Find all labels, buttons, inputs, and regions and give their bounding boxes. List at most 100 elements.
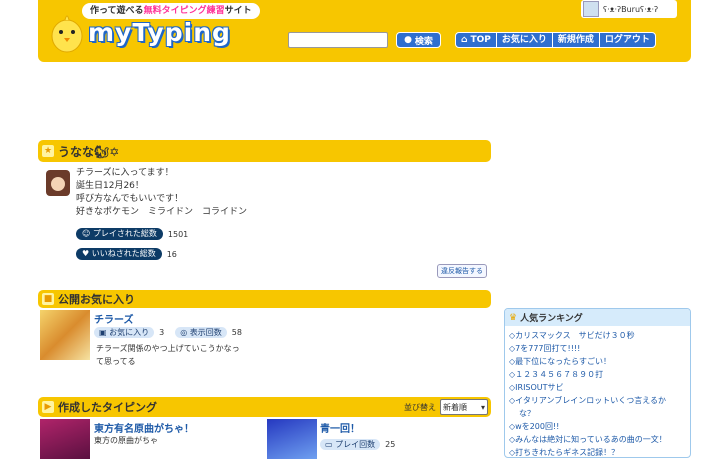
- star-icon: ★: [42, 145, 54, 157]
- ranking-title: 人気ランキング: [520, 314, 583, 324]
- ranking-panel: ♛ 人気ランキング ◇カリスマックス サビだけ３０秒 ◇7を777回打て!!!!…: [504, 308, 691, 458]
- profile-body: チラーズに入ってます！ 誕生日12月26！ 呼び方なんでもいいです！ 好きなポケ…: [38, 162, 491, 280]
- bio-line: 呼び方なんでもいいです！: [76, 194, 184, 204]
- like-count: 16: [166, 249, 177, 259]
- nav-logout[interactable]: ログアウト: [600, 33, 655, 47]
- chevron-down-icon: ▾: [480, 402, 485, 412]
- nav-top-label: TOP: [470, 35, 491, 45]
- crown-icon: ♛: [509, 312, 518, 323]
- ranking-item-label: IRISOUTサビ: [515, 383, 564, 392]
- nav-logout-label: ログアウト: [604, 35, 650, 45]
- play-stat: ☺ プレイされた総数 1501: [76, 228, 188, 240]
- ranking-list: ◇カリスマックス サビだけ３０秒 ◇7を777回打て!!!! ◇最下位になったら…: [505, 326, 690, 457]
- ranking-item-label: 打ちきれたらギネス記録！？: [515, 448, 620, 457]
- sort-label: 並び替え: [404, 402, 436, 412]
- created-header: ▶ 作成したタイピング 並び替え 新着順 ▾: [38, 397, 491, 417]
- ranking-item-continued[interactable]: な？: [509, 407, 686, 420]
- ranking-item[interactable]: ◇最下位になったらすごい！: [509, 355, 686, 368]
- play-icon: ▶: [42, 401, 54, 413]
- profile-avatar: [46, 170, 70, 196]
- play-count-badge: ☺ プレイされた総数: [76, 228, 163, 240]
- search-input[interactable]: [288, 32, 388, 48]
- fav-label: お気に入り: [109, 328, 150, 337]
- tagline-text-end: サイト: [224, 6, 252, 16]
- created-section: ▶ 作成したタイピング 並び替え 新着順 ▾ 東方有名原曲がちゃ！ 東方の原曲が…: [38, 397, 491, 459]
- play-count: 25: [385, 440, 396, 449]
- card-description: チラーズ関係のやつ上げていこうかなっ て思ってる: [96, 342, 240, 368]
- card-thumbnail[interactable]: [40, 419, 90, 459]
- ranking-item-label: カリスマックス サビだけ３０秒: [515, 331, 635, 340]
- fav-count-badge: ▣ お気に入り: [94, 327, 155, 338]
- sort-select[interactable]: 新着順 ▾: [440, 399, 488, 415]
- favorites-title: 公開お気に入り: [58, 293, 135, 306]
- profile-header: ★ うなな🐿✡: [38, 140, 491, 162]
- created-title: 作成したタイピング: [58, 401, 157, 414]
- ranking-item[interactable]: ◇IRISOUTサビ: [509, 381, 686, 394]
- fav-count: 3: [159, 328, 165, 337]
- card-desc-line: チラーズ関係のやつ上げていこうかなっ: [96, 344, 240, 353]
- search-button-label: 検索: [414, 36, 433, 47]
- search-button[interactable]: ● 検索: [396, 32, 441, 48]
- user-name: ʕ·ᴥ·ʔBuruʕ·ᴥ·ʔ: [603, 4, 659, 14]
- like-stat: ♥ いいねされた総数 16: [76, 248, 177, 260]
- bookmark-icon: ■: [42, 293, 54, 305]
- view-count: 58: [231, 328, 242, 337]
- ranking-item-label: １２３４５６７８９０打: [515, 370, 604, 379]
- ranking-item-label: 7を777回打て!!!!: [515, 344, 581, 353]
- nav-create[interactable]: 新規作成: [553, 33, 600, 47]
- ranking-item[interactable]: ◇打ちきれたらギネス記録！？: [509, 446, 686, 457]
- ranking-item-label: wを200回!!: [515, 422, 560, 431]
- ranking-item-label: 最下位になったらすごい！: [515, 357, 611, 366]
- sort-value: 新着順: [443, 402, 467, 412]
- ranking-item[interactable]: ◇7を777回打て!!!!: [509, 342, 686, 355]
- main-nav: ⌂ TOP お気に入り 新規作成 ログアウト: [455, 32, 656, 48]
- card-stats: ▭ プレイ回数 25: [320, 439, 395, 450]
- ranking-item[interactable]: ◇１２３４５６７８９０打: [509, 368, 686, 381]
- favorite-card[interactable]: チラーズ ▣ お気に入り 3 ◎ 表示回数 58 チラーズ関係のやつ上げていこう…: [38, 308, 491, 398]
- home-icon: ⌂: [461, 35, 468, 45]
- tagline-text: 作って遊べる: [90, 6, 144, 16]
- play-count: 1501: [167, 229, 189, 239]
- profile-section: ★ うなな🐿✡ チラーズに入ってます！ 誕生日12月26！ 呼び方なんでもいいで…: [38, 140, 491, 280]
- card-thumbnail: [40, 310, 90, 360]
- sort-control: 並び替え 新着順 ▾: [404, 399, 488, 415]
- profile-name: うなな🐿✡: [58, 144, 120, 159]
- play-count-badge: ▭ プレイ回数: [320, 439, 381, 450]
- report-button[interactable]: 違反報告する: [437, 264, 487, 278]
- like-label: いいねされた総数: [91, 249, 156, 258]
- card-title[interactable]: チラーズ: [94, 311, 134, 326]
- site-header: 作って遊べる無料タイピング練習サイト myTyping ● 検索 ⌂ TOP お気…: [38, 0, 691, 62]
- nav-create-label: 新規作成: [557, 35, 594, 45]
- avatar: [583, 1, 599, 17]
- ranking-item-label: みんなは絶対に知っているあの曲の一文！: [515, 435, 667, 444]
- bio-line: チラーズに入ってます！: [76, 168, 174, 178]
- ranking-item-label: な？: [519, 409, 535, 418]
- microphone-icon: ●: [404, 35, 412, 45]
- ranking-item[interactable]: ◇カリスマックス サビだけ３０秒: [509, 329, 686, 342]
- tagline-highlight: 無料タイピング練習: [143, 6, 225, 16]
- site-tagline: 作って遊べる無料タイピング練習サイト: [82, 3, 260, 19]
- play-label: プレイされた総数: [92, 229, 157, 238]
- card-description: 東方の原曲がちゃ: [94, 436, 158, 445]
- play-label: プレイ回数: [335, 440, 376, 449]
- chick-mascot-icon: [50, 8, 84, 54]
- ranking-item[interactable]: ◇wを200回!!: [509, 420, 686, 433]
- nav-favorites-label: お気に入り: [501, 35, 547, 45]
- card-title[interactable]: 青一回！: [320, 420, 360, 435]
- ranking-item[interactable]: ◇イタリアンブレインロットいくつ言えるか: [509, 394, 686, 407]
- ranking-header: ♛ 人気ランキング: [505, 309, 690, 326]
- nav-favorites[interactable]: お気に入り: [497, 33, 553, 47]
- bio-line: 誕生日12月26！: [76, 181, 144, 191]
- view-label: 表示回数: [189, 328, 222, 337]
- profile-bio: チラーズに入ってます！ 誕生日12月26！ 呼び方なんでもいいです！ 好きなポケ…: [76, 167, 247, 219]
- site-logo[interactable]: myTyping: [88, 18, 231, 47]
- card-thumbnail[interactable]: [267, 419, 317, 459]
- user-menu[interactable]: ʕ·ᴥ·ʔBuruʕ·ᴥ·ʔ: [581, 0, 677, 18]
- ranking-item[interactable]: ◇みんなは絶対に知っているあの曲の一文！: [509, 433, 686, 446]
- nav-top[interactable]: ⌂ TOP: [456, 33, 497, 47]
- like-count-badge: ♥ いいねされた総数: [76, 248, 162, 260]
- view-count-badge: ◎ 表示回数: [175, 327, 227, 338]
- ranking-item-label: イタリアンブレインロットいくつ言えるか: [515, 396, 667, 405]
- favorites-header: ■ 公開お気に入り: [38, 290, 491, 308]
- card-title[interactable]: 東方有名原曲がちゃ！: [94, 420, 194, 435]
